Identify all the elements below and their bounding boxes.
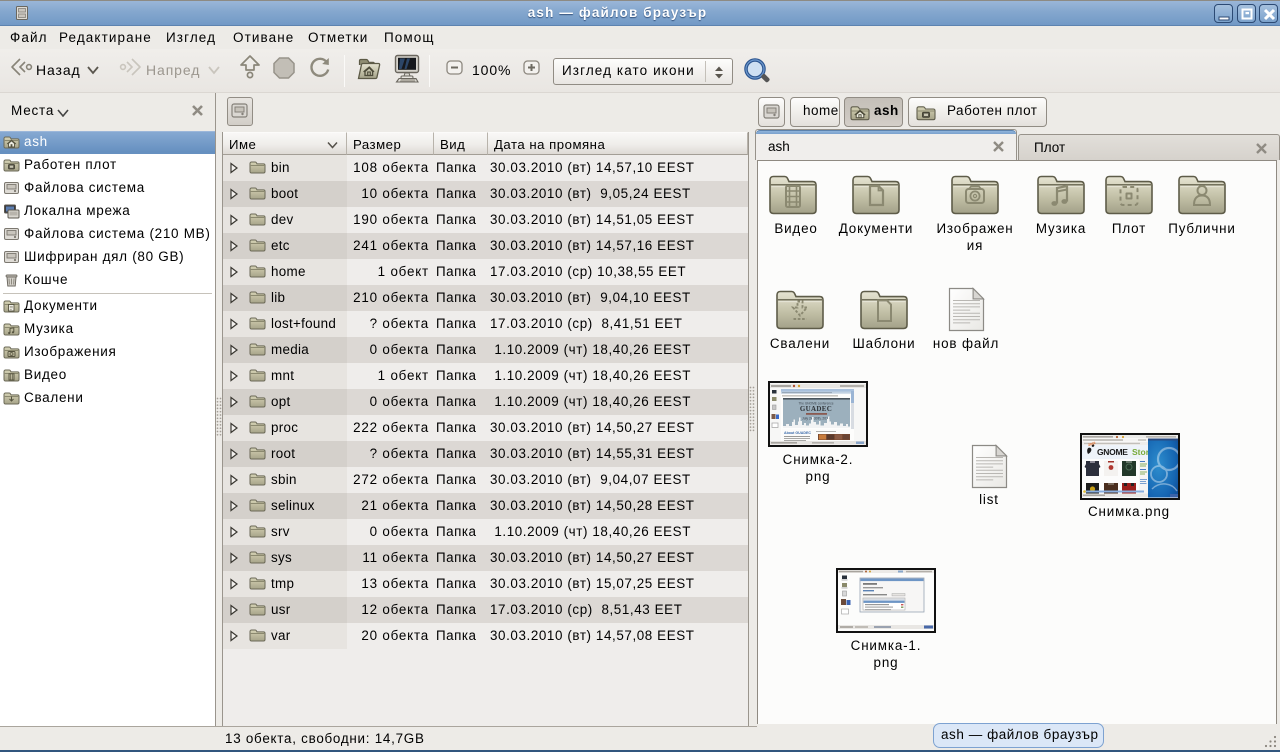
svg-text:July 24-30th, 2010: July 24-30th, 2010 — [802, 417, 830, 421]
svg-text:GNOME: GNOME — [1097, 447, 1128, 457]
svg-text:GUADEC: GUADEC — [800, 405, 832, 413]
svg-text:About GUADEC: About GUADEC — [784, 431, 811, 435]
